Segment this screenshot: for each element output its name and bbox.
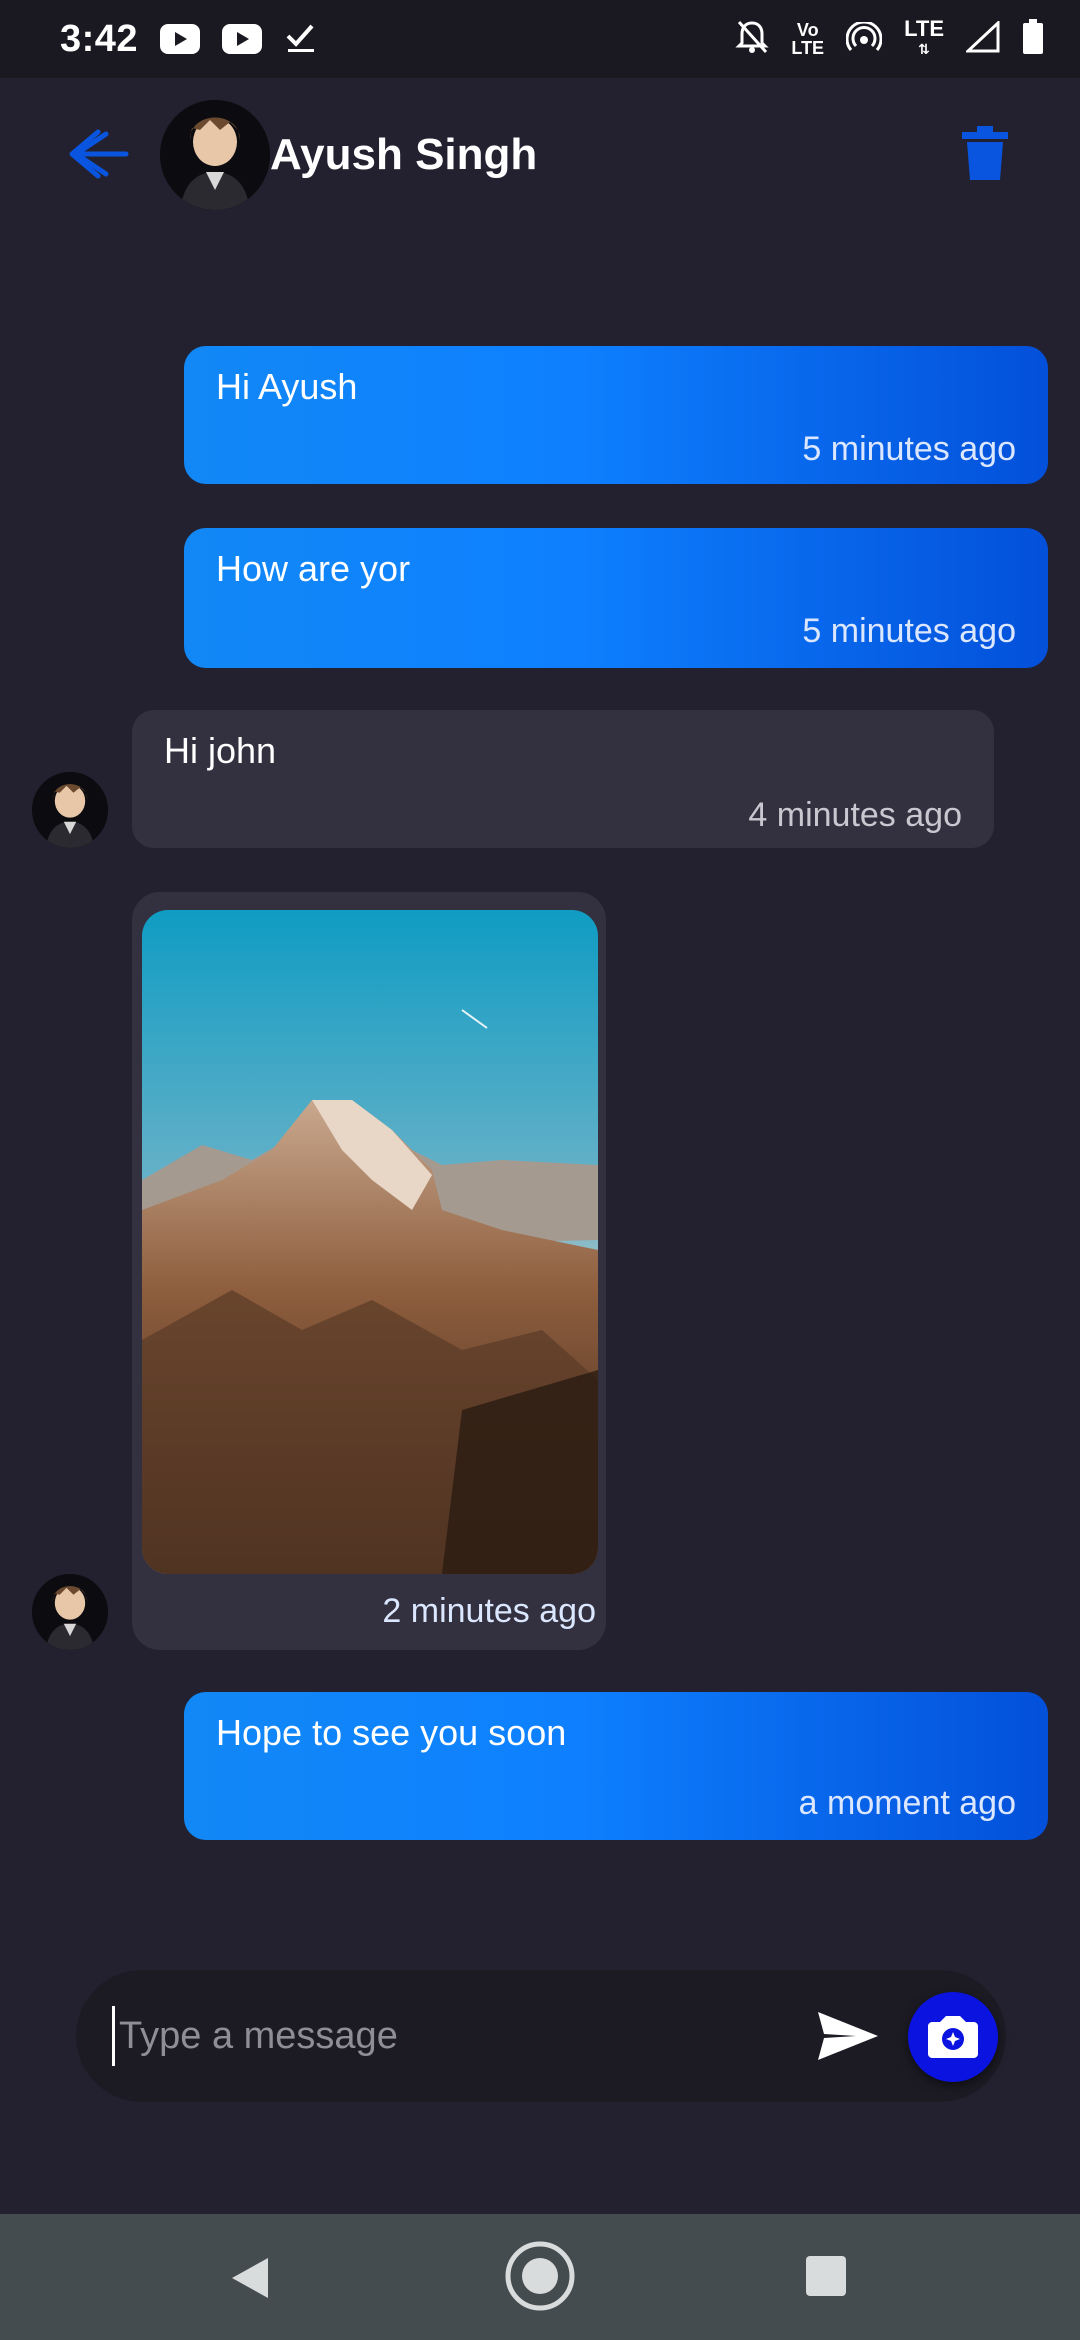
trash-icon (962, 126, 1008, 180)
signal-icon (964, 19, 1000, 58)
avatar-image (160, 100, 270, 210)
avatar-image (32, 1574, 108, 1650)
back-button[interactable] (62, 124, 132, 184)
message-text: How are yor (216, 548, 411, 589)
status-time: 3:42 (60, 17, 139, 60)
camera-icon (928, 2016, 978, 2058)
check-icon (284, 20, 318, 59)
app-bar: Ayush Singh (0, 78, 1080, 230)
lte-label: LTE (904, 16, 944, 41)
message-input[interactable] (112, 2006, 752, 2066)
triangle-back-icon (232, 2258, 268, 2298)
bell-off-icon (735, 19, 770, 60)
chat-screen: 3:42 Vo LTE LTE ⇅ Ayush Singh Hi Ayush 5… (0, 0, 1080, 2340)
nav-back-button[interactable] (228, 2254, 272, 2307)
youtube-icon (160, 24, 201, 54)
volte-label-bottom: LTE (791, 38, 825, 58)
message-outgoing[interactable]: Hope to see you soon a moment ago (184, 1692, 1048, 1840)
message-time: 5 minutes ago (802, 612, 1016, 650)
message-incoming-image[interactable]: 2 minutes ago (132, 892, 606, 1650)
youtube-icon (222, 24, 263, 54)
message-text: Hope to see you soon (216, 1712, 567, 1753)
camera-button[interactable] (908, 1992, 998, 2082)
message-time: a moment ago (798, 1784, 1016, 1822)
circle-home-icon (505, 2241, 575, 2311)
battery-icon (1022, 18, 1044, 60)
message-incoming[interactable]: Hi john 4 minutes ago (132, 710, 994, 848)
lte-icon: LTE ⇅ (904, 16, 944, 58)
sender-avatar[interactable] (32, 772, 108, 848)
message-composer (76, 1970, 1006, 2102)
mountain-photo[interactable] (142, 910, 598, 1574)
delete-button[interactable] (960, 124, 1010, 182)
send-button[interactable] (816, 2008, 880, 2064)
contact-name: Ayush Singh (270, 130, 538, 179)
message-text: Hi john (164, 730, 277, 771)
message-time: 5 minutes ago (802, 430, 1016, 468)
send-icon (818, 2012, 878, 2060)
avatar-image (32, 772, 108, 848)
sender-avatar[interactable] (32, 1574, 108, 1650)
volte-icon: Vo LTE (791, 21, 824, 57)
message-outgoing[interactable]: Hi Ayush 5 minutes ago (184, 346, 1048, 484)
message-time: 2 minutes ago (382, 1592, 596, 1630)
message-text: Hi Ayush (216, 366, 358, 407)
status-bar: 3:42 Vo LTE LTE ⇅ (0, 0, 1080, 78)
volte-label-top: Vo (796, 20, 819, 40)
contact-avatar[interactable] (160, 100, 270, 210)
message-time: 4 minutes ago (748, 796, 962, 834)
arrow-left-icon (69, 129, 129, 179)
hotspot-icon (845, 20, 883, 57)
nav-recents-button[interactable] (806, 2256, 846, 2296)
system-nav-bar (0, 2214, 1080, 2340)
nav-home-button[interactable] (504, 2240, 576, 2312)
message-outgoing[interactable]: How are yor 5 minutes ago (184, 528, 1048, 668)
